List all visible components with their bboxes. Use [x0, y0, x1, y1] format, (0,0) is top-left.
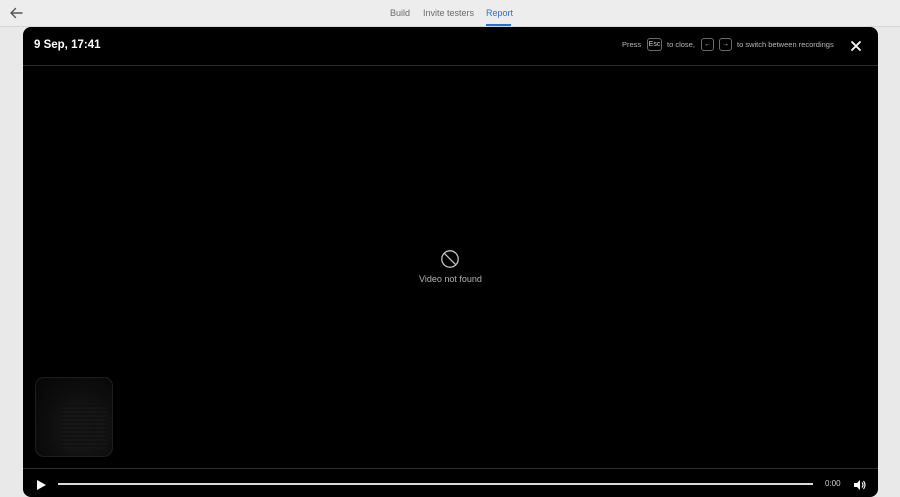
active-tab-indicator — [486, 24, 511, 26]
play-icon — [37, 480, 46, 490]
right-arrow-key-badge: → — [719, 38, 732, 51]
play-button[interactable] — [35, 478, 47, 490]
tab-invite-testers[interactable]: Invite testers — [423, 8, 474, 18]
video-unavailable-icon — [441, 250, 459, 268]
left-arrow-key-badge: ← — [701, 38, 714, 51]
tab-build[interactable]: Build — [390, 8, 410, 18]
tab-bar: Build Invite testers Report — [0, 0, 900, 26]
top-navigation-bar: Build Invite testers Report — [0, 0, 900, 27]
recording-thumbnail[interactable] — [35, 377, 113, 457]
controls-divider — [23, 468, 878, 469]
esc-key-badge: Esc — [647, 38, 662, 51]
modal-title: 9 Sep, 17:41 — [34, 39, 101, 51]
hint-press-text: Press — [622, 40, 642, 49]
close-button[interactable] — [849, 39, 863, 53]
thumbnail-preview — [60, 405, 106, 449]
volume-button[interactable] — [853, 478, 867, 490]
hint-close-text: to close, — [667, 40, 695, 49]
modal-header: 9 Sep, 17:41 Press Esc to close, ← → to … — [23, 27, 878, 66]
recording-modal: 9 Sep, 17:41 Press Esc to close, ← → to … — [23, 27, 878, 497]
volume-icon — [854, 480, 866, 490]
video-not-found-text: Video not found — [419, 274, 482, 284]
hint-switch-text: to switch between recordings — [737, 40, 834, 49]
close-icon — [851, 41, 861, 51]
tab-report[interactable]: Report — [486, 8, 513, 18]
playback-progress-bar[interactable] — [58, 483, 813, 485]
video-placeholder: Video not found — [403, 247, 498, 307]
